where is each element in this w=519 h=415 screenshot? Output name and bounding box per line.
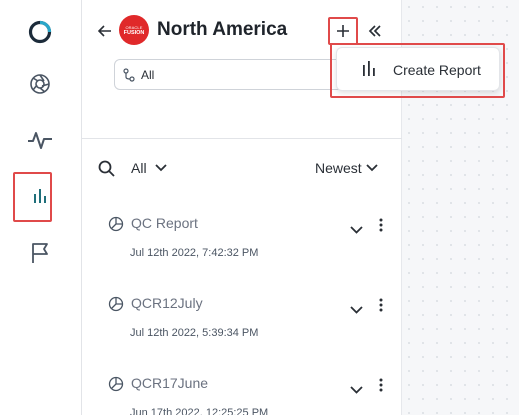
- reports-icon[interactable]: [20, 176, 60, 216]
- sort-dropdown[interactable]: Newest: [315, 160, 378, 176]
- more-options-icon[interactable]: [379, 378, 383, 397]
- app-logo-icon[interactable]: [20, 12, 60, 52]
- sort-label: Newest: [315, 160, 362, 176]
- report-name: QCR12July: [131, 295, 203, 311]
- report-item[interactable]: QCR12July Jul 12th 2022, 5:39:34 PM: [82, 293, 402, 353]
- report-pie-icon: [108, 376, 124, 397]
- filter-value: All: [141, 68, 155, 82]
- aperture-icon[interactable]: [20, 64, 60, 104]
- report-date: Jul 12th 2022, 5:39:34 PM: [130, 327, 259, 339]
- divider: [82, 138, 402, 139]
- report-date: Jul 12th 2022, 7:42:32 PM: [130, 247, 259, 259]
- flag-icon[interactable]: [20, 233, 60, 273]
- scope-dropdown[interactable]: All: [131, 160, 167, 176]
- scope-label: All: [131, 160, 147, 176]
- left-rail: [0, 0, 82, 415]
- activity-icon[interactable]: [20, 120, 60, 160]
- page-title: North America: [157, 19, 288, 40]
- report-item[interactable]: QC Report Jul 12th 2022, 7:42:32 PM: [82, 213, 402, 273]
- report-name: QC Report: [131, 215, 198, 231]
- chevron-down-icon: [366, 164, 378, 172]
- search-icon[interactable]: [98, 160, 115, 182]
- report-name: QCR17June: [131, 375, 209, 391]
- chevron-down-icon[interactable]: [350, 381, 363, 399]
- report-pie-icon: [108, 296, 124, 317]
- more-options-icon[interactable]: [379, 298, 383, 317]
- brand-logo: ORACLE FUSION: [119, 15, 149, 45]
- route-icon: [123, 68, 135, 87]
- report-bars-icon: [361, 59, 377, 84]
- more-options-icon[interactable]: [379, 218, 383, 237]
- logo-line2: FUSION: [123, 29, 145, 36]
- report-pie-icon: [108, 216, 124, 237]
- plus-icon[interactable]: [334, 22, 352, 40]
- report-item[interactable]: QCR17June Jun 17th 2022, 12:25:25 PM: [82, 373, 402, 415]
- chevron-down-icon: [154, 164, 167, 172]
- chevron-down-icon[interactable]: [350, 301, 363, 319]
- create-menu: Create Report: [336, 47, 500, 91]
- create-report-button[interactable]: Create Report: [393, 62, 481, 78]
- back-arrow-icon[interactable]: [96, 22, 114, 40]
- chevron-down-icon[interactable]: [350, 221, 363, 239]
- collapse-panel-icon[interactable]: [366, 22, 384, 40]
- report-date: Jun 17th 2022, 12:25:25 PM: [130, 407, 269, 415]
